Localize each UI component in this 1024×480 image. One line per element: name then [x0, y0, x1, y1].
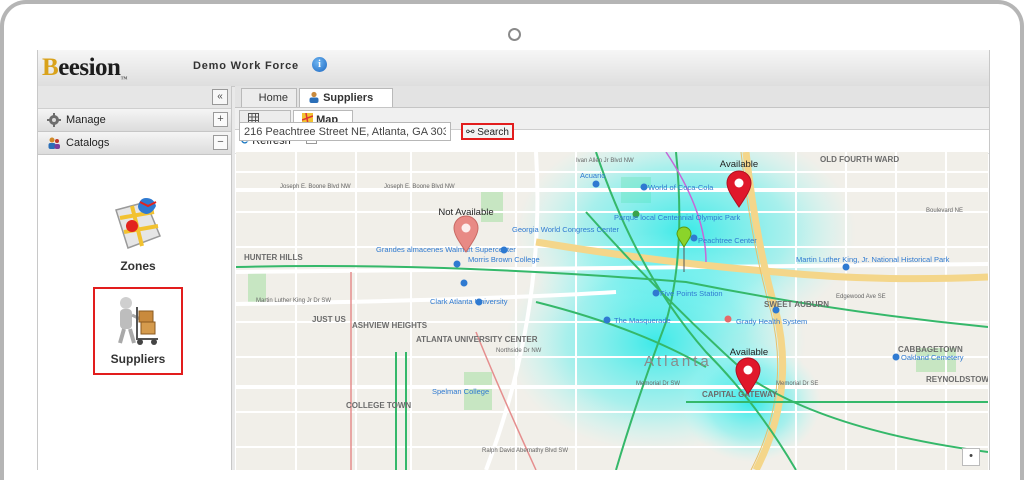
tab-suppliers-label: Suppliers [323, 92, 374, 104]
tab-bar: Home Suppliers × [235, 86, 989, 122]
street-label: Ralph David Abernathy Blvd SW [482, 448, 568, 454]
app-title: Demo Work Force [193, 60, 299, 72]
marker-status-label: Available [730, 347, 768, 358]
main-content: Home Suppliers × Grid [235, 86, 989, 470]
place-label: Five Points Station [660, 289, 723, 298]
sidebar-section-manage[interactable]: Manage + [38, 109, 231, 132]
tile-suppliers-label: Suppliers [110, 352, 166, 366]
sidebar-section-label: Catalogs [66, 137, 110, 149]
sidebar-section-label: Manage [66, 114, 106, 126]
collapse-toggle[interactable]: − [213, 135, 228, 150]
app-logo[interactable]: Beesion™ [42, 54, 127, 83]
sidebar-top: « [38, 86, 231, 109]
street-label: Memorial Dr SE [776, 381, 818, 387]
map-zoom-control[interactable]: • [962, 448, 980, 466]
district-label: REYNOLDSTOWN [926, 375, 988, 384]
search-button[interactable]: ⚯ Search [461, 123, 514, 140]
user-icon [309, 91, 319, 103]
place-label: Oakland Cemetery [901, 353, 964, 362]
tile-suppliers[interactable]: Suppliers [93, 287, 183, 375]
district-label: HUNTER HILLS [244, 253, 303, 262]
district-label: COLLEGE TOWN [346, 401, 411, 410]
place-label: Georgia World Congress Center [512, 225, 619, 234]
district-label: JUST US [312, 315, 346, 324]
tab-suppliers[interactable]: Suppliers × [299, 88, 393, 122]
tab-home-label: Home [258, 92, 288, 104]
district-label: OLD FOURTH WARD [820, 155, 899, 164]
district-label: ATLANTA UNIVERSITY CENTER [416, 335, 538, 344]
tile-zones[interactable]: Zones [98, 196, 178, 273]
place-label: World of Coca-Cola [648, 183, 714, 192]
marker-status-label: Available [720, 159, 758, 170]
street-label: Northside Dr NW [496, 348, 542, 354]
district-label: SWEET AUBURN [764, 300, 829, 309]
gear-icon [47, 113, 61, 127]
users-icon [48, 137, 60, 149]
place-label: The Masquerade [614, 316, 671, 325]
place-label: Peachtree Center [698, 236, 757, 245]
camera-icon [508, 28, 521, 41]
place-label: Acuario [580, 171, 605, 180]
app-header: Beesion™ Demo Work Force i [38, 50, 989, 87]
collapse-sidebar-button[interactable]: « [212, 89, 228, 105]
street-label: Joseph E. Boone Blvd NW [384, 184, 455, 190]
binoculars-icon: ⚯ [466, 127, 475, 138]
tab-home[interactable]: Home [241, 88, 297, 107]
place-label: Spelman College [432, 387, 489, 396]
tile-zones-label: Zones [120, 259, 156, 273]
street-label: Ivan Allen Jr Blvd NW [576, 158, 634, 164]
place-label: Parque local Centennial Olympic Park [614, 213, 741, 222]
sidebar-section-catalogs[interactable]: Catalogs − [38, 132, 231, 155]
search-button-label: Search [477, 127, 509, 138]
zones-map-icon [115, 198, 161, 249]
street-label: Martin Luther King Jr Dr SW [256, 298, 331, 304]
info-icon[interactable]: i [312, 57, 327, 72]
place-label: Grady Health System [736, 317, 807, 326]
street-label: Joseph E. Boone Blvd NW [280, 184, 351, 190]
app-window: Beesion™ Demo Work Force i « Manage + Ca… [37, 50, 990, 470]
place-label: Clark Atlanta University [430, 297, 508, 306]
district-label: CABBAGETOWN [898, 345, 963, 354]
place-label: Martin Luther King, Jr. National Histori… [796, 255, 950, 264]
map-canvas[interactable]: Acuario World of Coca-Cola Georgia World… [236, 152, 988, 470]
supplier-map[interactable]: Acuario World of Coca-Cola Georgia World… [236, 152, 988, 470]
address-search-input[interactable] [239, 122, 451, 141]
place-label: Morris Brown College [468, 255, 540, 264]
street-label: Edgewood Ave SE [836, 294, 886, 300]
place-label: Grandes almacenes Walmart Supercenter [376, 245, 516, 254]
street-label: Memorial Dr SW [636, 381, 680, 387]
sidebar: « Manage + Catalogs − Zones Suppliers [38, 86, 232, 470]
expand-toggle[interactable]: + [213, 112, 228, 127]
district-label: ASHVIEW HEIGHTS [352, 321, 428, 330]
street-label: Boulevard NE [926, 208, 963, 214]
city-label: Atlanta [644, 353, 712, 370]
district-label: CAPITAL GATEWAY [702, 390, 778, 399]
supplier-cart-icon [118, 297, 158, 345]
